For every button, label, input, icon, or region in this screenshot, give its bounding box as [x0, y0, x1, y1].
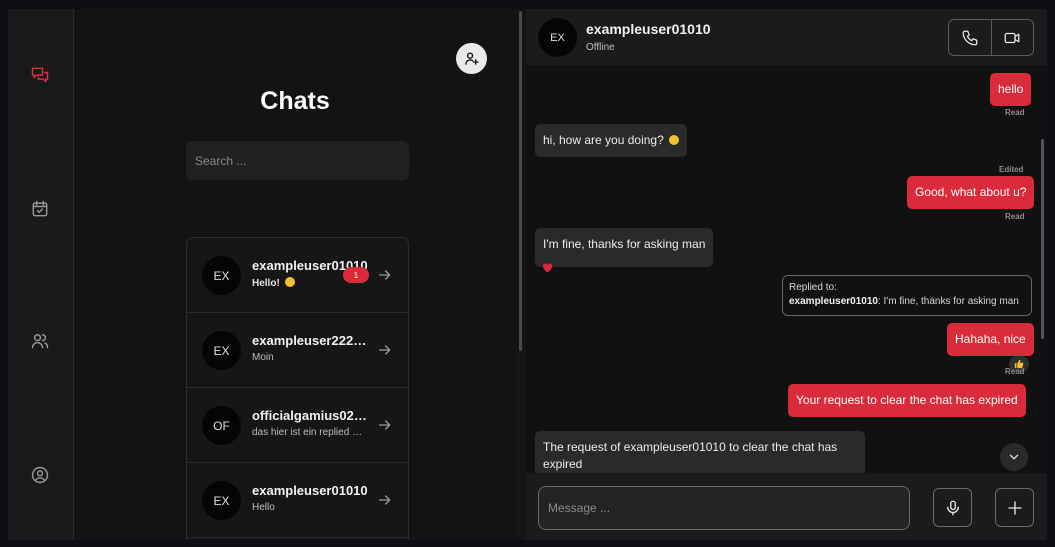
arrow-right-icon: [379, 495, 391, 505]
contact-name[interactable]: exampleuser01010: [586, 21, 711, 37]
voice-message-button[interactable]: [933, 488, 972, 527]
nav-profile-button[interactable]: [28, 463, 52, 487]
panel-divider[interactable]: [515, 9, 526, 540]
chat-list-item[interactable]: EX exampleuser2222222 Moin: [187, 313, 408, 388]
microphone-icon: [946, 500, 959, 515]
chat-preview: Moin: [252, 352, 274, 363]
read-status: Read: [1005, 212, 1025, 221]
conversation-panel: EX exampleuser01010 Offline hello Read h…: [526, 9, 1047, 540]
message-scrollbar[interactable]: [1041, 139, 1044, 339]
search-input[interactable]: [186, 141, 409, 180]
attach-button[interactable]: [995, 488, 1034, 527]
chat-preview: Hello: [252, 502, 275, 513]
chat-list: EX exampleuser01010 Hello! 1 EX exampleu…: [186, 237, 409, 540]
chat-preview-text: Hello!: [252, 278, 280, 289]
read-status: Read: [1005, 108, 1025, 117]
nav-rail: [8, 9, 74, 540]
user-circle-icon: [31, 466, 49, 484]
calendar-check-icon: [32, 200, 48, 217]
arrow-right-icon: [379, 270, 391, 280]
phone-icon: [962, 30, 978, 45]
reply-quote[interactable]: Replied to: exampleuser01010: I'm fine, …: [782, 275, 1032, 316]
message-list: hello Read hi, how are you doing? Edited…: [526, 65, 1047, 481]
chat-list-item[interactable]: EX exampleuser01010 Hello: [187, 463, 408, 538]
system-message-outgoing: Your request to clear the chat has expir…: [788, 384, 1026, 417]
message-outgoing[interactable]: Good, what about u?: [907, 176, 1035, 209]
chat-name: exampleuser01010: [252, 483, 368, 498]
edited-label: Edited: [999, 165, 1024, 174]
avatar: EX: [202, 331, 241, 370]
chat-bubbles-icon: [31, 67, 49, 83]
add-contact-button[interactable]: [456, 43, 487, 74]
contact-status: Offline: [586, 42, 615, 53]
system-message-line: expired: [543, 457, 583, 471]
read-status: Read: [1005, 367, 1025, 376]
chevron-down-icon: [1009, 454, 1019, 460]
message-incoming[interactable]: hi, how are you doing?: [535, 124, 688, 157]
chat-list-item[interactable]: OF officialgamius02020 das hier ist ein …: [187, 388, 408, 463]
message-outgoing[interactable]: Hahaha, nice: [947, 323, 1034, 356]
avatar: OF: [202, 406, 241, 445]
chat-list-scrollbar[interactable]: [519, 11, 522, 351]
reply-user: exampleuser01010: [789, 296, 878, 307]
red-heart-icon: [542, 263, 552, 273]
reaction: [537, 260, 557, 276]
conversation-header: EX exampleuser01010 Offline: [526, 9, 1047, 65]
nav-calendar-button[interactable]: [28, 197, 52, 221]
arrow-right-icon: [379, 420, 391, 430]
avatar[interactable]: EX: [538, 18, 577, 57]
voice-call-button[interactable]: [949, 20, 991, 55]
video-camera-icon: [1004, 32, 1020, 43]
video-call-button[interactable]: [990, 20, 1034, 55]
message-outgoing[interactable]: hello: [990, 73, 1032, 106]
smiling-face-emoji-icon: [284, 277, 295, 287]
nav-contacts-button[interactable]: [28, 329, 52, 353]
chat-preview: das hier ist ein replied message: [252, 427, 370, 438]
avatar: EX: [202, 256, 241, 295]
message-incoming[interactable]: I'm fine, thanks for asking man: [535, 228, 714, 267]
message-composer: [526, 473, 1047, 540]
unread-badge: 1: [343, 267, 369, 283]
plus-icon: [1007, 500, 1022, 515]
scroll-down-button[interactable]: [1000, 443, 1028, 471]
chat-name: officialgamius02020: [252, 408, 370, 423]
system-message-line: The request of exampleuser01010 to clear…: [543, 440, 838, 454]
reply-label: Replied to:: [789, 282, 837, 293]
reply-content: exampleuser01010: I'm fine, thanks for a…: [789, 295, 1025, 309]
call-button-group: [948, 19, 1034, 56]
app-window: Chats EX exampleuser01010 Hello! 1 EX ex…: [8, 9, 1047, 540]
reply-text: : I'm fine, thanks for asking man: [877, 296, 1019, 307]
chat-name: exampleuser2222222: [252, 333, 370, 348]
chats-panel: Chats EX exampleuser01010 Hello! 1 EX ex…: [75, 9, 515, 540]
message-input[interactable]: [538, 486, 910, 530]
avatar: EX: [202, 481, 241, 520]
page-title: Chats: [260, 87, 330, 115]
user-plus-icon: [465, 52, 479, 65]
nav-chats-button[interactable]: [28, 63, 52, 87]
message-text: hi, how are you doing?: [543, 133, 664, 147]
arrow-right-icon: [379, 345, 391, 355]
users-icon: [31, 334, 49, 349]
smiling-face-emoji-icon: [669, 135, 680, 145]
chat-list-item[interactable]: EX exampleuser01010 Hello! 1: [187, 238, 408, 313]
